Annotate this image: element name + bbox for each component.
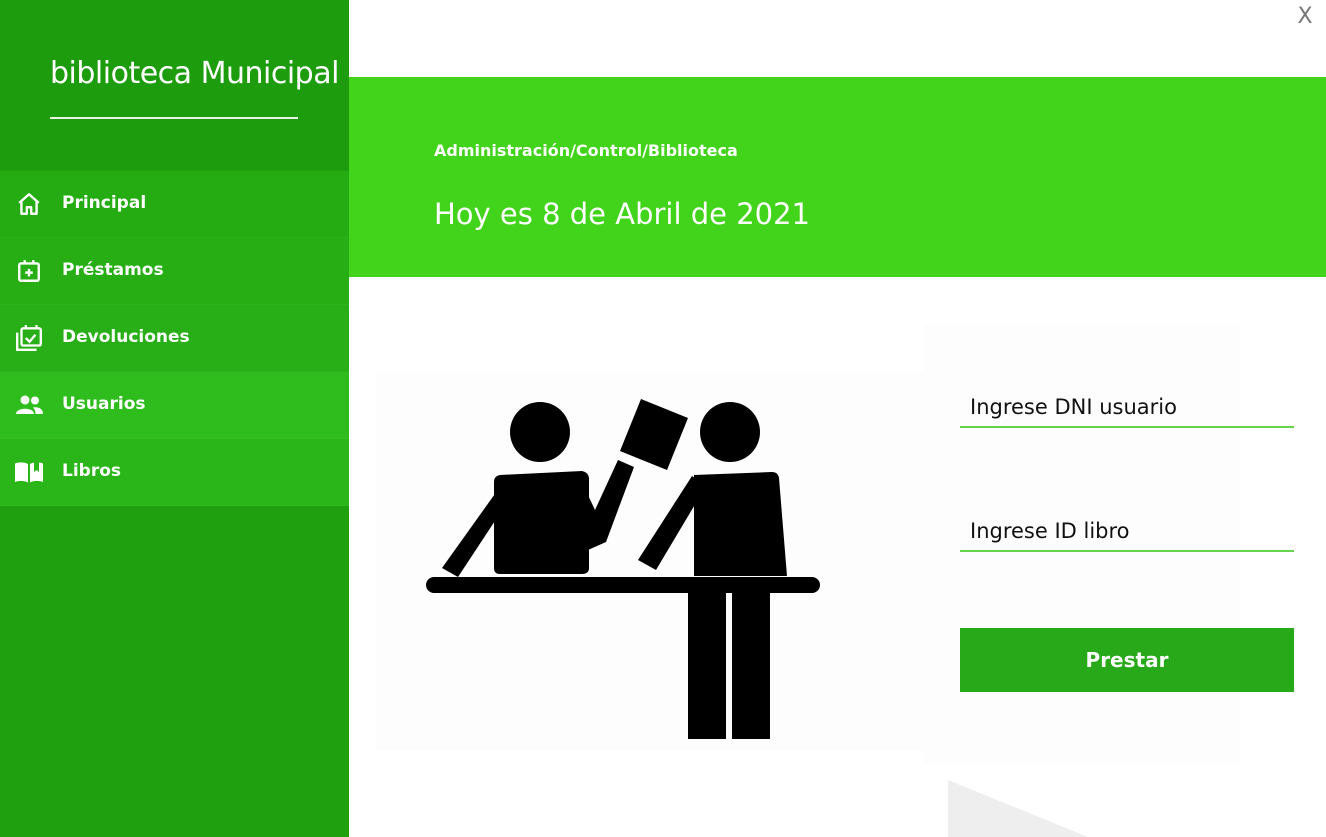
sidebar-item-label: Devoluciones xyxy=(62,327,190,347)
sidebar-item-label: Préstamos xyxy=(62,260,164,280)
close-button[interactable]: X xyxy=(1290,2,1320,32)
users-icon xyxy=(14,391,44,419)
brand-divider xyxy=(50,117,298,119)
sidebar-item-label: Usuarios xyxy=(62,394,146,414)
date-heading: Hoy es 8 de Abril de 2021 xyxy=(434,197,811,231)
panel-corner-shade xyxy=(948,780,1088,837)
library-desk-illustration xyxy=(376,372,924,750)
book-open-icon xyxy=(14,458,44,486)
sidebar-item-devoluciones[interactable]: Devoluciones xyxy=(0,305,349,372)
header-banner: Administración/Control/Biblioteca Hoy es… xyxy=(349,77,1326,277)
sidebar-item-label: Libros xyxy=(62,461,122,481)
calendar-check-icon xyxy=(14,324,44,352)
calendar-plus-icon xyxy=(14,257,44,285)
sidebar-item-libros[interactable]: Libros xyxy=(0,439,349,506)
sidebar-item-label: Principal xyxy=(62,193,147,213)
sidebar-item-usuarios[interactable]: Usuarios xyxy=(0,372,349,439)
sidebar-item-prestamos[interactable]: Préstamos xyxy=(0,238,349,305)
prestar-button[interactable]: Prestar xyxy=(960,628,1294,692)
app-title: biblioteca Municipal xyxy=(50,56,339,91)
sidebar: biblioteca Municipal Principal Préstamos… xyxy=(0,0,349,837)
breadcrumb: Administración/Control/Biblioteca xyxy=(434,141,738,160)
book-id-input[interactable] xyxy=(960,514,1290,548)
home-icon xyxy=(14,190,44,218)
brand-header: biblioteca Municipal xyxy=(0,0,349,170)
book-id-field xyxy=(960,514,1294,552)
sidebar-item-principal[interactable]: Principal xyxy=(0,171,349,238)
sidebar-nav: Principal Préstamos Devoluciones Usuario… xyxy=(0,171,349,506)
dni-input[interactable] xyxy=(960,390,1290,424)
dni-field xyxy=(960,390,1294,428)
